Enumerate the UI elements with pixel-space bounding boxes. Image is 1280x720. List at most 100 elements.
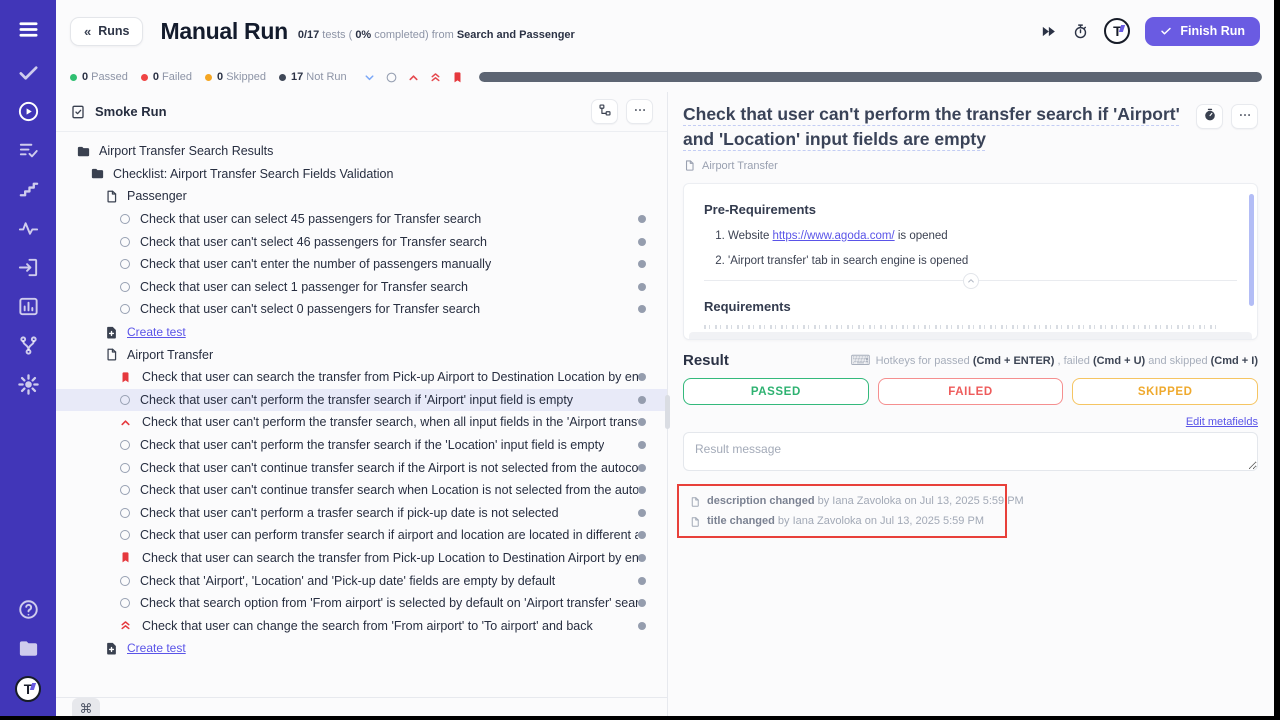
user-avatar[interactable]: T — [1104, 18, 1130, 44]
card-scroll-track — [689, 332, 1252, 339]
activity-icon[interactable] — [17, 217, 40, 240]
history-entry: description changed by Iana Zavoloka on … — [689, 491, 995, 511]
tree-test-row[interactable]: Check that search option from 'From airp… — [56, 592, 667, 615]
prerequirements-heading: Pre-Requirements — [704, 202, 1237, 217]
suite-tag-label: Airport Transfer — [702, 160, 778, 172]
row-label: Check that user can search the transfer … — [142, 370, 638, 384]
collapse-handle[interactable] — [963, 273, 979, 289]
tree-test-row[interactable]: Check that user can change the search fr… — [56, 614, 667, 637]
prerequirements-list: Website https://www.agoda.com/ is opened… — [704, 230, 1237, 267]
row-label: Check that user can select 45 passengers… — [140, 212, 481, 226]
create-test-link[interactable]: Create test — [56, 637, 667, 660]
settings-icon[interactable] — [17, 373, 40, 396]
status-dot — [279, 74, 286, 81]
edit-metafields-link[interactable]: Edit metafields — [683, 416, 1258, 428]
row-label: Check that user can't perform the transf… — [140, 393, 573, 407]
menu-icon[interactable] — [17, 18, 40, 41]
list-check-icon[interactable] — [17, 139, 40, 162]
test-more-button[interactable] — [1231, 104, 1258, 129]
bar-chart-icon[interactable] — [17, 295, 40, 318]
priority-flag-icon — [119, 371, 132, 384]
check-icon[interactable] — [17, 61, 40, 84]
run-icon — [70, 104, 86, 120]
text-segment: completed) from — [371, 29, 457, 41]
card-scrollbar[interactable] — [1249, 194, 1254, 306]
tree-suite-row[interactable]: Airport Transfer — [56, 343, 667, 366]
result-status-dot — [638, 509, 646, 517]
finish-run-button[interactable]: Finish Run — [1145, 17, 1260, 46]
filter-chevron-down-icon[interactable] — [363, 71, 376, 84]
filter-caret-up-icon[interactable] — [407, 71, 420, 84]
tree-test-row[interactable]: Check that user can perform transfer sea… — [56, 524, 667, 547]
tree-view-button[interactable] — [591, 99, 618, 124]
git-fork-icon[interactable] — [17, 334, 40, 357]
stopwatch-icon[interactable] — [1072, 23, 1089, 40]
inline-link[interactable]: https://www.agoda.com/ — [773, 230, 895, 242]
filter-circle-icon[interactable] — [385, 71, 398, 84]
status-button-skipped[interactable]: SKIPPED — [1072, 378, 1258, 405]
back-to-runs-button[interactable]: « Runs — [70, 17, 143, 46]
row-label: Check that user can perform transfer sea… — [140, 528, 638, 542]
avatar[interactable]: T — [15, 676, 41, 702]
tree-test-row[interactable]: Check that user can't select 46 passenge… — [56, 230, 667, 253]
run-stats: 0 Passed0 Failed0 Skipped17 Not Run — [70, 71, 347, 83]
tree-test-row[interactable]: Check that user can't perform the transf… — [56, 389, 667, 412]
progress-bar-fill — [479, 72, 1262, 82]
row-label: Check that user can't perform the transf… — [142, 415, 638, 429]
prerequirement-item: Website https://www.agoda.com/ is opened — [728, 230, 1237, 242]
folder-icon[interactable] — [17, 637, 40, 660]
status-button-failed[interactable]: FAILED — [878, 378, 1064, 405]
filter-double-caret-up-icon[interactable] — [429, 71, 442, 84]
text-segment: is opened — [895, 230, 948, 242]
text-segment: and skipped — [1145, 355, 1210, 367]
tree-test-row[interactable]: Check that user can select 45 passengers… — [56, 208, 667, 231]
timer-button[interactable] — [1196, 104, 1223, 129]
command-hint-button[interactable]: ⌘ — [72, 698, 100, 716]
tree-test-row[interactable]: Check that user can't continue transfer … — [56, 456, 667, 479]
tree-folder-row[interactable]: Airport Transfer Search Results — [56, 140, 667, 163]
stat-failed: 0 Failed — [141, 71, 192, 83]
tree-test-row[interactable]: Check that user can search the transfer … — [56, 547, 667, 570]
run-progress-summary: 0/17 tests ( 0% completed) from Search a… — [298, 29, 575, 41]
text-segment: , failed — [1054, 355, 1093, 367]
tree-panel-header: Smoke Run — [56, 92, 667, 132]
play-circle-icon[interactable] — [17, 100, 40, 123]
requirements-heading: Requirements — [704, 299, 1237, 314]
create-test-link[interactable]: Create test — [56, 321, 667, 344]
tree-test-row[interactable]: Check that 'Airport', 'Location' and 'Pi… — [56, 569, 667, 592]
fast-forward-icon[interactable] — [1040, 23, 1057, 40]
tree-test-row[interactable]: Check that user can't perform the transf… — [56, 411, 667, 434]
status-button-passed[interactable]: PASSED — [683, 378, 869, 405]
status-not-run-icon — [120, 463, 130, 473]
back-button-label: Runs — [98, 24, 129, 38]
help-icon[interactable] — [17, 598, 40, 621]
status-dot — [205, 74, 212, 81]
status-not-run-icon — [120, 530, 130, 540]
tree-folder-row[interactable]: Checklist: Airport Transfer Search Field… — [56, 163, 667, 186]
tree-test-row[interactable]: Check that user can't perform the transf… — [56, 434, 667, 457]
result-status-dot — [638, 464, 646, 472]
filter-flag-icon[interactable] — [451, 71, 464, 84]
test-tree: Airport Transfer Search ResultsChecklist… — [56, 132, 667, 716]
tree-suite-row[interactable]: Passenger — [56, 185, 667, 208]
change-history-annotation: description changed by Iana Zavoloka on … — [677, 484, 1007, 538]
result-message-input[interactable] — [683, 432, 1258, 471]
tree-test-row[interactable]: Check that user can search the transfer … — [56, 366, 667, 389]
tree-test-row[interactable]: Check that user can select 1 passenger f… — [56, 276, 667, 299]
result-status-dot — [638, 418, 646, 426]
steps-icon[interactable] — [17, 178, 40, 201]
test-title[interactable]: Check that user can't perform the transf… — [683, 102, 1195, 152]
tree-more-button[interactable] — [626, 99, 653, 124]
tree-test-row[interactable]: Check that user can't perform a trasfer … — [56, 502, 667, 525]
tree-test-row[interactable]: Check that user can't select 0 passenger… — [56, 298, 667, 321]
clipped-text-line — [704, 325, 1216, 329]
test-tree-panel: Smoke Run Airport Transfer Search Result… — [56, 92, 668, 716]
result-status-dot — [638, 373, 646, 381]
tree-test-row[interactable]: Check that user can't enter the number o… — [56, 253, 667, 276]
row-label: Check that user can't select 0 passenger… — [140, 302, 480, 316]
run-name: Smoke Run — [95, 104, 167, 119]
sign-in-icon[interactable] — [17, 256, 40, 279]
status-not-run-icon — [120, 395, 130, 405]
tree-test-row[interactable]: Check that user can't continue transfer … — [56, 479, 667, 502]
check-icon — [1160, 25, 1172, 37]
